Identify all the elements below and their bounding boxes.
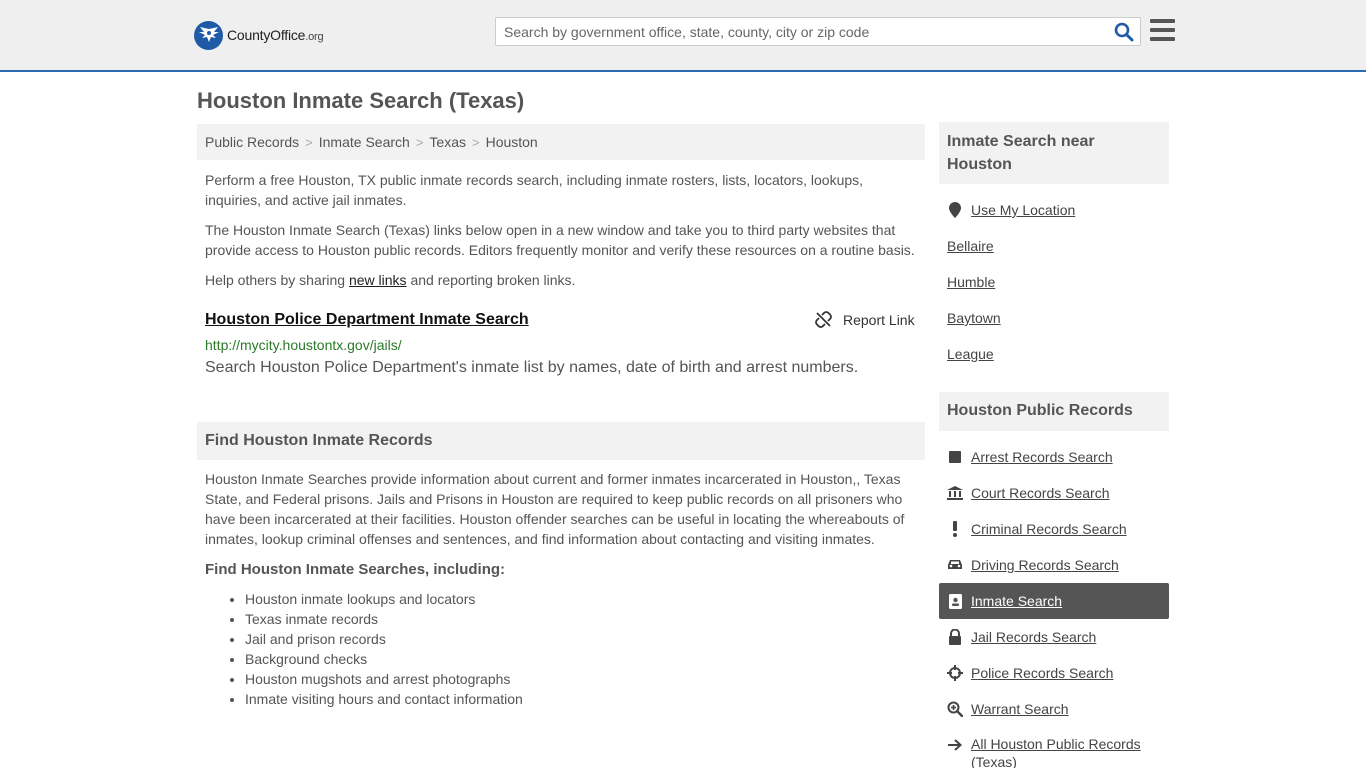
sidebar-item-jail-records[interactable]: Jail Records Search: [947, 627, 1096, 647]
sidebar-item-label: Warrant Search: [971, 701, 1069, 717]
disclaimer-paragraph: The Houston Inmate Search (Texas) links …: [205, 222, 915, 258]
breadcrumb-inmate-search[interactable]: Inmate Search: [319, 134, 410, 150]
logo-tld: .org: [305, 31, 324, 43]
section-paragraph: Houston Inmate Searches provide informat…: [205, 471, 905, 547]
use-my-location-label: Use My Location: [971, 202, 1076, 218]
sidebar-item-warrant-search[interactable]: Warrant Search: [947, 699, 1069, 719]
share-text-pre: Help others by sharing: [205, 272, 349, 288]
top-header: CountyOffice.org: [0, 0, 1366, 72]
sidebar-item-police-records[interactable]: Police Records Search: [947, 663, 1113, 683]
sidebar-item-active-background: Inmate Search: [939, 583, 1169, 619]
id-badge-icon: [947, 593, 963, 609]
searches-list: Houston inmate lookups and locators Texa…: [245, 589, 523, 709]
breadcrumb-houston[interactable]: Houston: [486, 134, 538, 150]
breadcrumb-separator: >: [415, 135, 424, 150]
nearby-city-link-humble[interactable]: Humble: [947, 272, 995, 292]
search-box: [495, 17, 1141, 46]
search-plus-icon: [947, 701, 963, 717]
sidebar-item-inmate-search[interactable]: Inmate Search: [947, 591, 1062, 611]
sidebar-item-label: Police Records Search: [971, 665, 1114, 681]
courthouse-icon: [947, 485, 963, 501]
search-icon[interactable]: [1114, 22, 1134, 42]
report-link-label: Report Link: [843, 311, 915, 328]
car-icon: [947, 557, 963, 573]
nearby-city-link-bellaire[interactable]: Bellaire: [947, 236, 994, 256]
share-paragraph: Help others by sharing new links and rep…: [205, 270, 921, 290]
map-pin-icon: [947, 202, 963, 218]
breadcrumb-public-records[interactable]: Public Records: [205, 134, 299, 150]
searches-subheading: Find Houston Inmate Searches, including:: [205, 561, 506, 578]
breadcrumb-separator: >: [305, 135, 313, 150]
logo-main: CountyOffice: [227, 27, 306, 43]
sidebar-near-heading: Inmate Search near Houston: [939, 122, 1169, 184]
result-title-link[interactable]: Houston Police Department Inmate Search: [205, 311, 529, 329]
share-text-post: and reporting broken links.: [406, 272, 576, 288]
sidebar-item-label: Arrest Records Search: [971, 449, 1113, 465]
result-url[interactable]: http://mycity.houstontx.gov/jails/: [205, 337, 402, 353]
sidebar-item-label: Court Records Search: [971, 485, 1110, 501]
sidebar-item-label: Criminal Records Search: [971, 521, 1127, 537]
list-item: Jail and prison records: [245, 629, 523, 649]
breadcrumb-separator: >: [471, 135, 480, 150]
sidebar-item-court-records[interactable]: Court Records Search: [947, 483, 1110, 503]
list-item: Houston mugshots and arrest photographs: [245, 669, 523, 689]
intro-paragraph: Perform a free Houston, TX public inmate…: [205, 172, 864, 208]
list-item: Houston inmate lookups and locators: [245, 589, 523, 609]
site-logo[interactable]: CountyOffice.org: [194, 20, 324, 50]
broken-link-icon: [815, 311, 832, 328]
sidebar-item-all-public-records[interactable]: All Houston Public Records (Texas): [947, 735, 1162, 768]
page-title: Houston Inmate Search (Texas): [197, 88, 525, 113]
hamburger-menu-icon[interactable]: [1150, 19, 1175, 41]
nearby-city-link-baytown[interactable]: Baytown: [947, 308, 1001, 328]
arrow-right-icon: [947, 737, 963, 753]
breadcrumb-texas[interactable]: Texas: [429, 134, 466, 150]
sidebar-records-heading: Houston Public Records: [939, 392, 1169, 431]
crosshair-icon: [947, 665, 963, 681]
list-item: Inmate visiting hours and contact inform…: [245, 689, 523, 709]
sidebar-item-label: Jail Records Search: [971, 629, 1097, 645]
list-item: Background checks: [245, 649, 523, 669]
sidebar-item-arrest-records[interactable]: Arrest Records Search: [947, 447, 1113, 467]
nearby-city-link-league[interactable]: League: [947, 344, 994, 364]
use-my-location-link[interactable]: Use My Location: [947, 200, 1075, 220]
sidebar-item-label: Inmate Search: [971, 593, 1063, 609]
logo-wordmark: CountyOffice.org: [227, 27, 324, 43]
lock-icon: [947, 629, 963, 645]
sidebar-item-label: All Houston Public Records (Texas): [971, 736, 1141, 768]
sidebar-item-criminal-records[interactable]: Criminal Records Search: [947, 519, 1127, 539]
report-link-button[interactable]: Report Link: [815, 311, 915, 328]
search-input[interactable]: [496, 18, 1096, 45]
breadcrumb: Public Records > Inmate Search > Texas > Houst…: [197, 124, 925, 160]
section-heading: Find Houston Inmate Records: [197, 422, 925, 460]
sidebar-item-label: Driving Records Search: [971, 557, 1119, 573]
exclamation-icon: [947, 521, 963, 537]
new-links-link[interactable]: new links: [349, 272, 407, 288]
square-icon: [947, 449, 963, 465]
list-item: Texas inmate records: [245, 609, 523, 629]
sidebar-item-driving-records[interactable]: Driving Records Search: [947, 555, 1119, 575]
eagle-seal-icon: [194, 20, 223, 50]
result-description: Search Houston Police Department's inmat…: [205, 359, 859, 376]
